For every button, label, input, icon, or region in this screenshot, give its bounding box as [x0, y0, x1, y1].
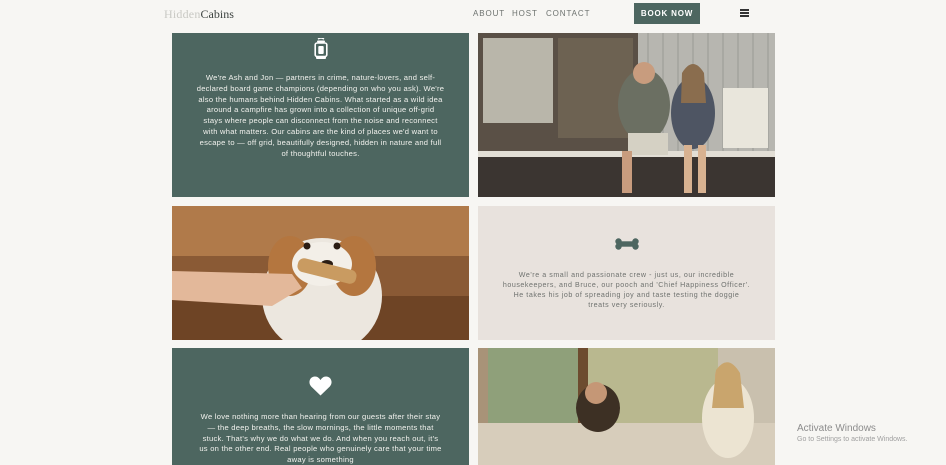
site-header: HiddenCabins ABOUT HOST CONTACT BOOK NOW	[0, 0, 946, 28]
logo-word-cabins: Cabins	[200, 7, 234, 21]
hamburger-menu-icon[interactable]	[740, 9, 749, 17]
dog-photo	[172, 206, 469, 340]
nav-contact[interactable]: CONTACT	[546, 9, 590, 18]
bone-icon	[615, 238, 639, 250]
couple-photo	[478, 33, 775, 197]
activate-windows-subtitle: Go to Settings to activate Windows.	[797, 436, 908, 443]
activate-windows-title: Activate Windows	[797, 423, 876, 434]
crew-text: We're a small and passionate crew - just…	[502, 271, 751, 309]
logo[interactable]: HiddenCabins	[164, 8, 234, 20]
crew-card: We're a small and passionate crew - just…	[478, 206, 775, 340]
logo-word-hidden: Hidden	[164, 7, 201, 21]
guests-text: We love nothing more than hearing from o…	[199, 412, 442, 465]
about-text: We're Ash and Jon — partners in crime, n…	[196, 73, 445, 158]
book-now-button[interactable]: BOOK NOW	[634, 3, 700, 24]
nav-host[interactable]: HOST	[512, 9, 538, 18]
guests-card: We love nothing more than hearing from o…	[172, 348, 469, 465]
lantern-icon	[314, 38, 328, 59]
cabin-interior-photo	[478, 348, 775, 465]
nav-about[interactable]: ABOUT	[473, 9, 505, 18]
about-card: We're Ash and Jon — partners in crime, n…	[172, 33, 469, 197]
heart-icon	[309, 376, 332, 396]
